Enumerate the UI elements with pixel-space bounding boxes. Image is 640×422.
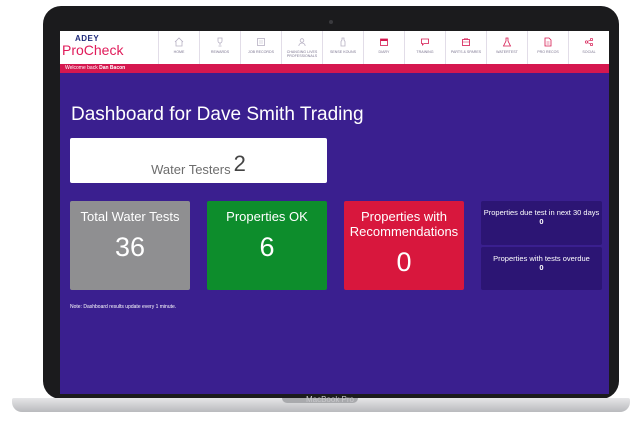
flask-icon — [502, 37, 512, 47]
calendar-icon — [380, 38, 388, 46]
properties-due-tile[interactable]: Properties due test in next 30 days 0 — [481, 201, 602, 245]
welcome-bar: Welcome back Dan Bacon — [60, 64, 609, 73]
welcome-user[interactable]: Dan Bacon — [99, 65, 125, 71]
nav-item-sense-kouns[interactable]: SENSE KOUNS — [322, 31, 363, 64]
home-icon — [174, 37, 184, 47]
tile-value: 6 — [259, 232, 275, 262]
nav-item-pro-recos[interactable]: PRO RECOS — [527, 31, 568, 64]
document-icon — [544, 37, 552, 47]
nav-label: PARTS & SPARES — [450, 50, 482, 54]
tile-value: 0 — [396, 247, 412, 277]
side-label: Properties with tests overdue — [493, 254, 590, 263]
side-value: 0 — [539, 263, 544, 272]
nav-label: HOME — [173, 50, 185, 54]
nav-label: SENSE KOUNS — [330, 50, 356, 54]
bottle-icon — [340, 37, 346, 47]
welcome-prefix: Welcome back — [65, 65, 98, 71]
nav-label: REWARDS — [210, 50, 230, 54]
nav-label: JOB RECORDS — [248, 50, 274, 54]
tile-label: Properties OK — [226, 209, 308, 224]
nav-item-watertest[interactable]: WATERTEST — [486, 31, 527, 64]
share-icon — [584, 37, 594, 47]
nav-item-social[interactable]: SOCIAL — [568, 31, 609, 64]
main-nav: HOME REWARDS JOB RECORDS CHANGING LIVES … — [158, 31, 609, 64]
nav-label: WATERTEST — [496, 50, 518, 54]
nav-item-diary[interactable]: DIARY — [363, 31, 404, 64]
side-value: 0 — [539, 217, 544, 226]
properties-recommendations-tile[interactable]: Properties with Recommendations 0 — [344, 201, 464, 290]
camera — [329, 20, 333, 24]
nav-label: PRO RECOS — [537, 50, 559, 54]
properties-overdue-tile[interactable]: Properties with tests overdue 0 — [481, 247, 602, 290]
water-testers-label: Water Testers — [151, 162, 231, 177]
water-testers-card: Water Testers 2 — [70, 138, 327, 183]
nav-item-changing-lives[interactable]: CHANGING LIVES PROFESSIONALS — [281, 31, 322, 64]
parts-icon — [462, 38, 470, 46]
nav-item-job-records[interactable]: JOB RECORDS — [240, 31, 281, 64]
brand-logo[interactable]: ADEY ProCheck — [62, 33, 154, 63]
nav-item-home[interactable]: HOME — [158, 31, 199, 64]
update-note: Note: Dashboard results update every 1 m… — [70, 304, 177, 310]
nav-item-parts-spares[interactable]: PARTS & SPARES — [445, 31, 486, 64]
nav-label: SOCIAL — [582, 50, 596, 54]
nav-item-rewards[interactable]: REWARDS — [199, 31, 240, 64]
nav-label: CHANGING LIVES PROFESSIONALS — [286, 50, 318, 58]
brand-name: ProCheck — [62, 42, 124, 58]
top-navigation-bar: ADEY ProCheck HOME REWARDS JOB RECORDS C… — [60, 31, 609, 64]
tile-label: Total Water Tests — [80, 209, 180, 224]
records-icon — [257, 38, 265, 46]
chat-icon — [421, 38, 429, 46]
app-screen: ADEY ProCheck HOME REWARDS JOB RECORDS C… — [60, 31, 609, 394]
device-model-label: MacBook Pro — [305, 395, 355, 404]
nav-label: TRAINING — [416, 50, 434, 54]
water-testers-value: 2 — [233, 151, 246, 176]
total-water-tests-tile[interactable]: Total Water Tests 36 — [70, 201, 190, 290]
page-title: Dashboard for Dave Smith Trading — [71, 104, 364, 125]
tile-label: Properties with Recommendations — [349, 209, 459, 239]
trophy-icon — [217, 37, 223, 47]
nav-item-training[interactable]: TRAINING — [404, 31, 445, 64]
users-icon — [298, 38, 306, 47]
tile-value: 36 — [114, 232, 146, 262]
side-label: Properties due test in next 30 days — [483, 208, 600, 217]
properties-ok-tile[interactable]: Properties OK 6 — [207, 201, 327, 290]
nav-label: DIARY — [378, 50, 390, 54]
